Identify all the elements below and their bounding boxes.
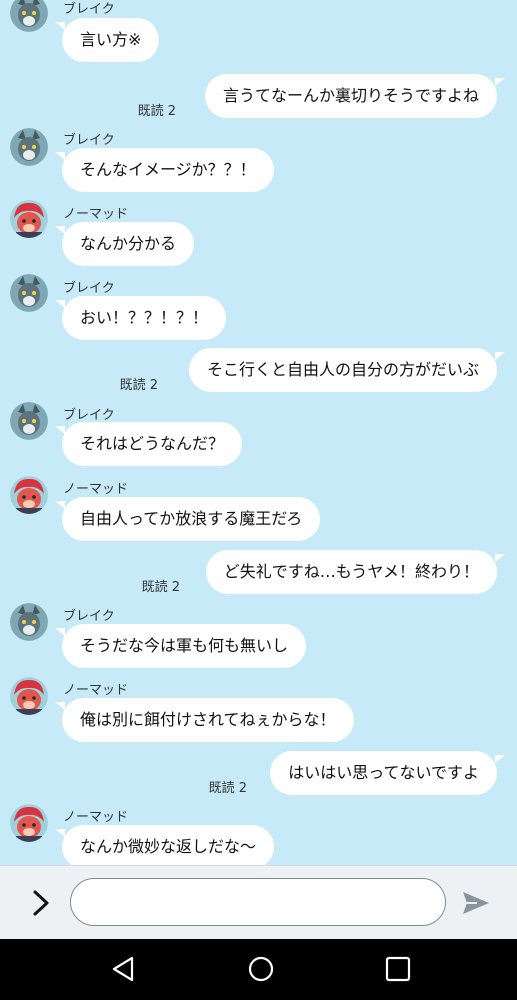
read-receipt: 既読 2 (208, 781, 247, 796)
chevron-right-icon[interactable] (26, 888, 56, 918)
message-input[interactable] (70, 878, 446, 926)
sender-name: ノーマッド (63, 810, 129, 825)
sender-name: ノーマッド (63, 482, 129, 497)
message-bubble[interactable]: そうだな今は軍も何も無いし (54, 624, 307, 668)
message-input-bar (0, 865, 517, 940)
message-bubble[interactable]: 言うてなーんか裏切りそうですよね (204, 74, 506, 118)
message-bubble[interactable]: そこ行くと自由人の自分の方がだいぶ (188, 348, 506, 392)
message-bubble[interactable]: はいはい思ってないですよ (270, 751, 505, 795)
avatar-blake[interactable] (10, 274, 48, 312)
message-bubble[interactable]: なんか分かる (54, 222, 195, 266)
nav-home-icon[interactable] (247, 955, 275, 983)
avatar-blake[interactable] (10, 603, 48, 641)
message-bubble[interactable]: なんか微妙な返しだな〜 (54, 825, 275, 865)
read-receipt: 既読 2 (137, 104, 176, 119)
chat-area[interactable]: ブレイク 言い方※ 既読 2 言うてなーんか裏切りそうですよね ブレイク そんな… (0, 0, 517, 865)
nav-back-icon[interactable] (110, 955, 138, 983)
message-bubble[interactable]: 自由人ってか放浪する魔王だろ (54, 497, 321, 541)
sender-name: ノーマッド (63, 683, 129, 698)
sender-name: ブレイク (63, 133, 115, 148)
avatar-blake[interactable] (10, 0, 48, 32)
avatar-nomad[interactable] (10, 476, 48, 514)
avatar-nomad[interactable] (10, 200, 48, 238)
system-navigation-bar (0, 939, 517, 1000)
message-bubble[interactable]: 俺は別に餌付けされてねぇからな！ (55, 698, 354, 742)
message-bubble[interactable]: ど失礼ですね…もうヤメ！終わり！ (205, 550, 506, 594)
sender-name: ブレイク (63, 281, 115, 296)
read-receipt: 既読 2 (119, 378, 158, 393)
avatar-blake[interactable] (10, 402, 48, 440)
sender-name: ノーマッド (63, 207, 129, 222)
avatar-nomad[interactable] (10, 677, 48, 715)
message-bubble[interactable]: おい！？？！？！ (54, 296, 227, 340)
sender-name: ブレイク (63, 408, 115, 423)
sender-name: ブレイク (63, 609, 115, 624)
message-bubble[interactable]: それはどうなんだ？ (54, 422, 243, 466)
sender-name: ブレイク (63, 2, 115, 17)
read-receipt: 既読 2 (141, 580, 180, 595)
avatar-nomad[interactable] (10, 804, 48, 842)
message-bubble[interactable]: そんなイメージか？？！ (55, 148, 274, 192)
message-bubble[interactable]: 言い方※ (54, 18, 160, 62)
send-icon[interactable] (461, 888, 491, 918)
avatar-blake[interactable] (10, 128, 48, 166)
nav-recents-icon[interactable] (384, 955, 412, 983)
